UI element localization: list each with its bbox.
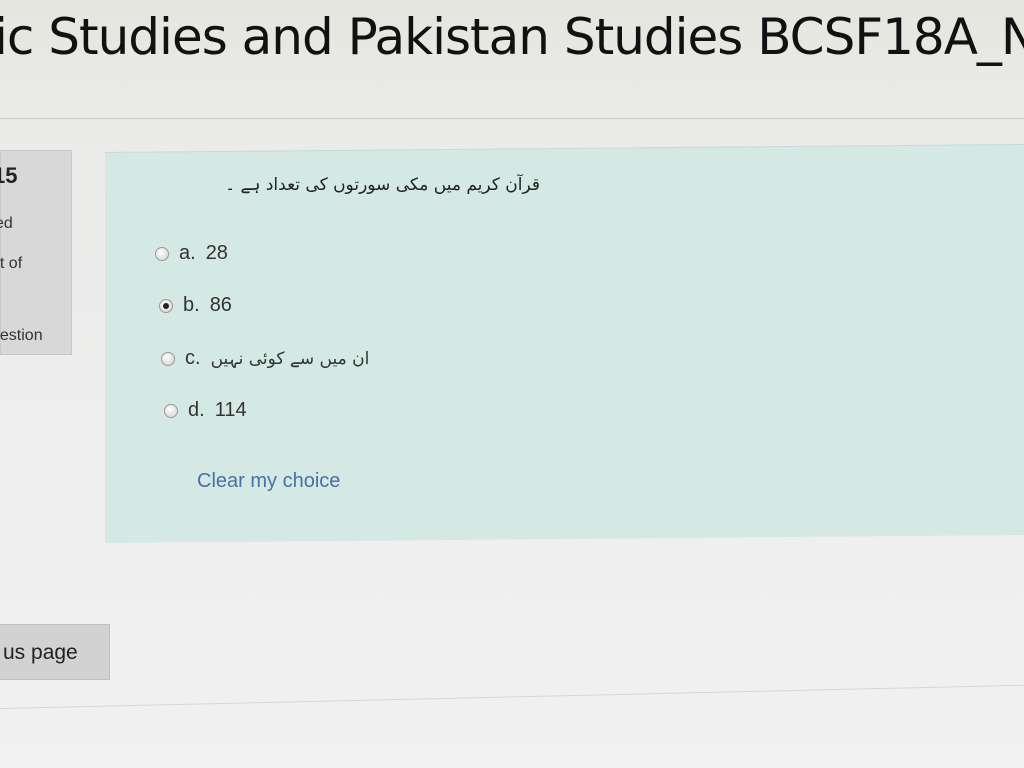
answer-letter-d: d. (188, 399, 205, 421)
answer-letter-a: a. (179, 242, 196, 264)
radio-button-b[interactable] (159, 298, 173, 313)
answer-option-a[interactable]: a. 28 (155, 242, 228, 265)
radio-button-d[interactable] (164, 403, 178, 418)
radio-button-c[interactable] (161, 351, 175, 366)
course-title: ic Studies and Pakistan Studies BCSF18A_… (0, 8, 1024, 66)
clear-choice-link[interactable]: Clear my choice (197, 470, 340, 493)
answer-text-d: 114 (214, 399, 247, 421)
previous-page-button[interactable]: us page (0, 624, 110, 680)
question-info-box: 15 ved ut of uestion (0, 150, 72, 355)
quiz-page: ic Studies and Pakistan Studies BCSF18A_… (0, 0, 1024, 768)
question-mark: ut of (0, 255, 23, 272)
footer-divider (0, 684, 1024, 709)
question-text: قرآن کریم میں مکی سورتوں کی تعداد ہے ۔ (225, 175, 540, 195)
flag-question-link[interactable]: uestion (0, 327, 43, 345)
answer-text-a: 28 (205, 242, 228, 264)
question-number: 15 (0, 163, 18, 188)
answer-option-d[interactable]: d. 114 (164, 399, 247, 422)
answer-letter-c: c. (185, 347, 201, 369)
answer-letter-b: b. (183, 294, 200, 316)
answer-option-b[interactable]: b. 86 (159, 294, 232, 317)
question-status: ved (0, 215, 13, 232)
answer-text-b: 86 (209, 294, 232, 316)
answer-text-c: ان میں سے کوئی نہیں (210, 349, 370, 369)
answer-option-c[interactable]: c. ان میں سے کوئی نہیں (161, 347, 369, 370)
title-divider (0, 118, 1024, 119)
radio-button-a[interactable] (155, 246, 169, 261)
